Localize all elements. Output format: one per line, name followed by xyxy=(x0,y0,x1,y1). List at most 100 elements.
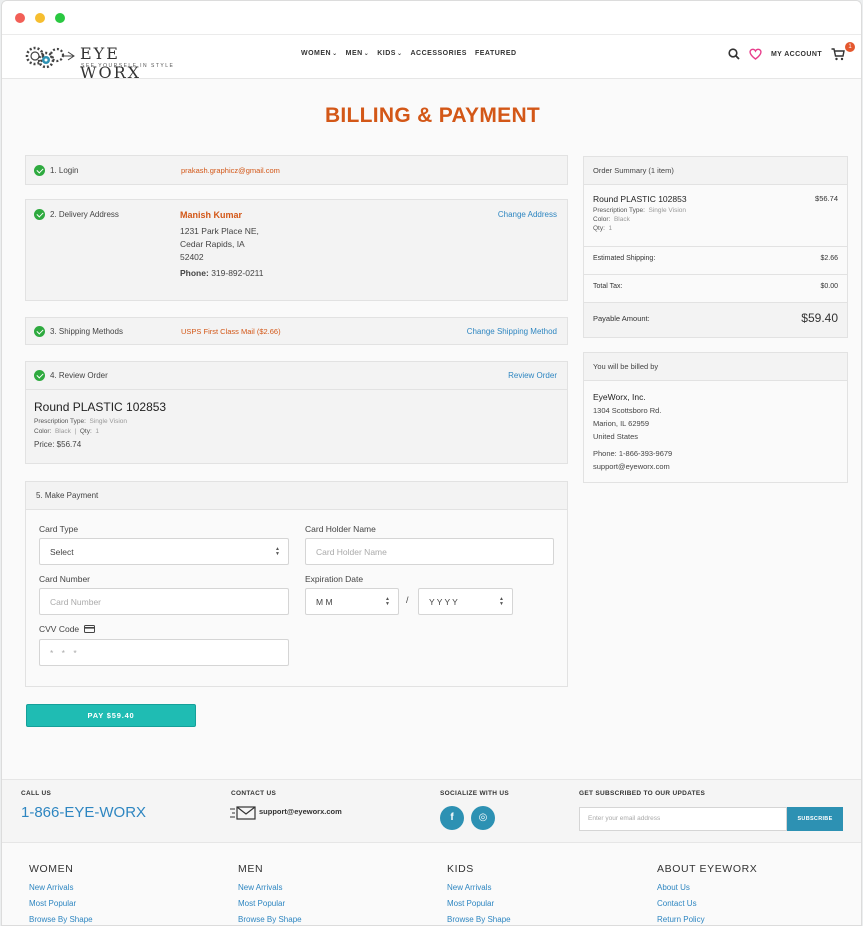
nav-item-featured[interactable]: FEATURED xyxy=(475,50,517,57)
cvv-label: CVV Code xyxy=(39,624,95,634)
step-delivery: 2. Delivery Address Manish Kumar 1231 Pa… xyxy=(25,199,568,301)
summary-product: Round PLASTIC 102853 $56.74 Prescription… xyxy=(593,194,838,232)
minimize-window-button[interactable] xyxy=(35,13,45,23)
nav-item-accessories[interactable]: ACCESSORIES xyxy=(411,50,467,57)
maximize-window-button[interactable] xyxy=(55,13,65,23)
check-icon xyxy=(34,165,45,176)
card-number-input[interactable]: Card Number xyxy=(39,588,289,615)
instagram-icon[interactable]: ◎ xyxy=(471,806,495,830)
site-logo[interactable]: EYE WORX SEE YOURSELF IN STYLE xyxy=(24,41,184,82)
socialize-label: SOCIALIZE WITH US xyxy=(440,790,510,797)
heart-icon[interactable] xyxy=(749,48,762,60)
logo-tagline: SEE YOURSELF IN STYLE xyxy=(81,63,175,69)
pay-button[interactable]: PAY $59.40 xyxy=(26,704,196,727)
expiration-label: Expiration Date xyxy=(305,574,364,584)
close-window-button[interactable] xyxy=(15,13,25,23)
footer-link[interactable]: Contact Us xyxy=(657,899,757,908)
review-product-name: Round PLASTIC 102853 xyxy=(34,400,167,414)
step-shipping: 3. Shipping Methods USPS First Class Mai… xyxy=(25,317,568,345)
footer-col-title: KIDS xyxy=(447,863,474,875)
subscribe-email-input[interactable]: Enter your email address xyxy=(579,807,787,831)
footer-link[interactable]: About Us xyxy=(657,883,757,892)
delivery-name: Manish Kumar xyxy=(180,210,243,220)
contact-email[interactable]: support@eyeworx.com xyxy=(259,807,342,816)
order-summary-title: Order Summary (1 item) xyxy=(584,157,847,185)
select-arrows-icon: ▲ ▼ xyxy=(499,596,504,607)
check-icon xyxy=(34,209,45,220)
step-login-label: 1. Login xyxy=(50,166,79,175)
billed-by-details: EyeWorx, Inc. 1304 Scottsboro Rd. Marion… xyxy=(593,392,673,471)
check-icon xyxy=(34,370,45,381)
step-shipping-label: 3. Shipping Methods xyxy=(50,327,123,336)
footer-contact-bar: CALL US 1-866-EYE-WORX CONTACT US suppor… xyxy=(2,779,861,843)
footer-link[interactable]: Most Popular xyxy=(29,899,93,908)
summary-payable: Payable Amount: $59.40 xyxy=(593,311,838,325)
subscribe-label: GET SUBSCRIBED TO OUR UPDATES xyxy=(579,790,706,797)
card-holder-input[interactable]: Card Holder Name xyxy=(305,538,554,565)
change-address-link[interactable]: Change Address xyxy=(498,210,557,219)
footer-link[interactable]: Return Policy xyxy=(657,915,757,924)
check-icon xyxy=(34,326,45,337)
contact-us-label: CONTACT US xyxy=(231,790,277,797)
call-us-label: CALL US xyxy=(21,790,52,797)
footer-col-about: ABOUT EYEWORX About Us Contact Us Return… xyxy=(657,863,758,925)
footer-link[interactable]: Browse By Shape xyxy=(238,915,302,924)
change-shipping-link[interactable]: Change Shipping Method xyxy=(467,327,557,336)
footer-link[interactable]: Browse By Shape xyxy=(29,915,93,924)
review-rx: Prescription Type: Single Vision xyxy=(34,418,127,425)
search-icon[interactable] xyxy=(728,48,740,60)
footer-link[interactable]: New Arrivals xyxy=(238,883,302,892)
nav-item-men[interactable]: MEN⌄ xyxy=(346,50,370,57)
summary-tax: Total Tax: $0.00 xyxy=(593,283,838,290)
cart-button[interactable]: 1 xyxy=(831,42,855,62)
footer-col-men: MEN New Arrivals Most Popular Browse By … xyxy=(238,863,302,925)
footer-col-title: ABOUT EYEWORX xyxy=(657,863,758,875)
card-number-label: Card Number xyxy=(39,574,91,584)
step-review: 4. Review Order Review Order Round PLAST… xyxy=(25,361,568,464)
review-price: Price: $56.74 xyxy=(34,440,82,449)
card-type-select[interactable]: Select ▲ ▼ xyxy=(39,538,289,565)
main-nav: WOMEN⌄ MEN⌄ KIDS⌄ ACCESSORIES FEATURED xyxy=(301,50,517,57)
card-type-label: Card Type xyxy=(39,524,79,534)
footer-col-title: MEN xyxy=(238,863,264,875)
header-actions: MY ACCOUNT 1 xyxy=(728,42,855,62)
nav-item-women[interactable]: WOMEN⌄ xyxy=(301,50,338,57)
exp-month-select[interactable]: M M ▲ ▼ xyxy=(305,588,399,615)
footer-link[interactable]: New Arrivals xyxy=(447,883,511,892)
exp-separator: / xyxy=(406,595,409,605)
chevron-down-icon: ⌄ xyxy=(396,51,403,57)
step-review-header: 4. Review Order Review Order xyxy=(26,362,567,390)
nav-item-kids[interactable]: KIDS⌄ xyxy=(377,50,402,57)
payment-form: 5. Make Payment Card Type Select ▲ ▼ Card… xyxy=(25,481,568,687)
footer-link[interactable]: New Arrivals xyxy=(29,883,93,892)
subscribe-button[interactable]: SUBSCRIBE xyxy=(787,807,843,831)
footer-link[interactable]: Most Popular xyxy=(447,899,511,908)
cart-count-badge: 1 xyxy=(845,42,855,52)
site-header: EYE WORX SEE YOURSELF IN STYLE WOMEN⌄ ME… xyxy=(2,35,861,82)
window-titlebar xyxy=(2,1,861,35)
summary-shipping: Estimated Shipping: $2.66 xyxy=(593,255,838,262)
facebook-icon[interactable]: f xyxy=(440,806,464,830)
cvv-input[interactable]: * * * xyxy=(39,639,289,666)
delivery-address: 1231 Park Place NE, Cedar Rapids, IA 524… xyxy=(180,226,259,262)
select-arrows-icon: ▲ ▼ xyxy=(385,596,390,607)
billed-by-title: You will be billed by xyxy=(584,353,847,381)
credit-card-icon xyxy=(83,625,95,633)
footer-link[interactable]: Most Popular xyxy=(238,899,302,908)
shipping-method-value: USPS First Class Mail ($2.66) xyxy=(181,327,281,336)
billed-by-panel: You will be billed by EyeWorx, Inc. 1304… xyxy=(583,352,848,483)
payment-form-header: 5. Make Payment xyxy=(26,482,567,510)
order-summary: Order Summary (1 item) Round PLASTIC 102… xyxy=(583,156,848,338)
review-order-link[interactable]: Review Order xyxy=(508,371,557,380)
call-us-phone[interactable]: 1-866-EYE-WORX xyxy=(21,804,146,821)
step-delivery-label: 2. Delivery Address xyxy=(50,210,119,219)
step-review-label: 4. Review Order xyxy=(50,371,108,380)
page-title: BILLING & PAYMENT xyxy=(324,104,541,127)
envelope-icon xyxy=(230,806,256,820)
review-color-qty: Color: Black | Qty: 1 xyxy=(34,428,99,435)
chevron-down-icon: ⌄ xyxy=(363,51,370,57)
my-account-link[interactable]: MY ACCOUNT xyxy=(771,51,822,58)
footer-col-women: WOMEN New Arrivals Most Popular Browse B… xyxy=(29,863,93,925)
footer-link[interactable]: Browse By Shape xyxy=(447,915,511,924)
exp-year-select[interactable]: Y Y Y Y ▲ ▼ xyxy=(418,588,513,615)
